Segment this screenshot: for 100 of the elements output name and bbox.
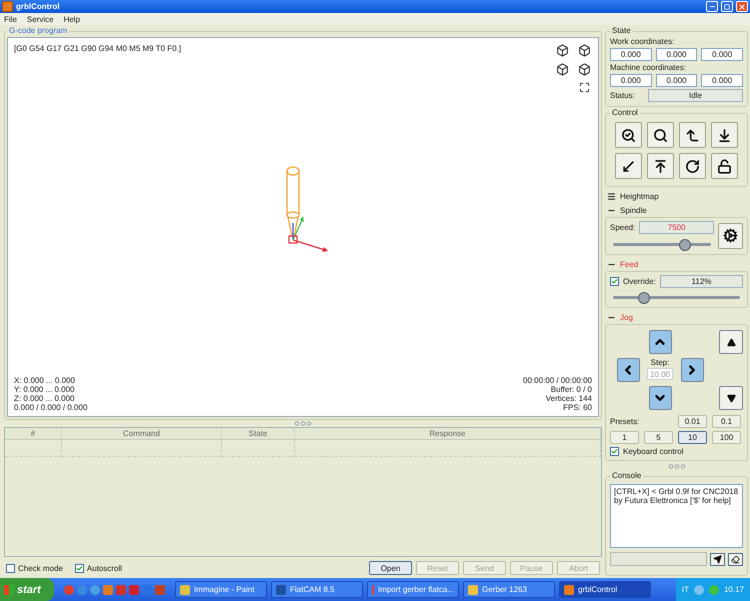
language-indicator[interactable]: IT	[682, 585, 689, 594]
coordinate-field: 0.000	[701, 48, 744, 61]
checkbox-label: Keyboard control	[623, 447, 684, 456]
stats-text: FPS: 60	[563, 403, 592, 412]
magnifier-icon	[621, 128, 636, 142]
field-label: Work coordinates:	[610, 37, 676, 46]
checkbox[interactable]	[610, 447, 619, 456]
taskbar-item[interactable]: Import gerber flatca...	[367, 581, 459, 598]
section-title[interactable]: Feed	[620, 260, 638, 269]
stats-text: 00:00:00 / 00:00:00	[523, 376, 592, 385]
clear-button[interactable]	[728, 552, 743, 566]
step-field[interactable]: 10.00	[647, 368, 673, 380]
start-button[interactable]: start	[0, 578, 54, 601]
control-button[interactable]	[711, 122, 738, 148]
section-title[interactable]: Spindle	[620, 206, 647, 215]
jog-left-button[interactable]	[616, 358, 640, 382]
arrow-icon	[685, 128, 700, 142]
minimize-button[interactable]	[706, 1, 718, 12]
coordinate-field: 0.000	[656, 74, 698, 87]
unlock-icon	[717, 158, 732, 174]
coordinate-field: 0.000	[610, 48, 652, 61]
group-title: G-code program	[7, 26, 70, 35]
gcode-state-text: [G0 G54 G17 G21 G90 G94 M0 M5 M9 T0 F0.]	[14, 44, 182, 55]
jog-up-button[interactable]	[648, 330, 672, 354]
preset-button[interactable]: 0.1	[712, 415, 741, 428]
preset-button[interactable]: 100	[712, 431, 741, 444]
close-icon	[738, 2, 746, 10]
control-button[interactable]	[679, 153, 706, 179]
menu-item[interactable]: Help	[64, 14, 80, 24]
control-button[interactable]	[679, 122, 706, 148]
axes-drawing	[288, 216, 328, 252]
column-header[interactable]: Command	[62, 428, 222, 440]
cube-icon[interactable]	[556, 44, 568, 57]
splitter-handle[interactable]	[668, 464, 686, 469]
send-button[interactable]	[710, 552, 725, 566]
preset-button[interactable]: 0.01	[678, 415, 707, 428]
coordinate-text: Y: 0.000 ... 0.000	[14, 385, 74, 394]
spindle-button[interactable]	[718, 222, 743, 248]
step-label: Step:	[650, 358, 670, 367]
checkbox[interactable]	[610, 277, 619, 286]
fullscreen-icon[interactable]	[578, 82, 590, 93]
column-header[interactable]: Response	[295, 428, 601, 440]
control-button[interactable]	[647, 122, 674, 148]
speed-field: 7500	[639, 221, 714, 234]
z-up-button[interactable]	[719, 330, 743, 354]
magnifier-icon	[653, 128, 668, 142]
gear-icon	[723, 228, 738, 243]
preset-button[interactable]: 1	[610, 431, 639, 444]
stats-text: Buffer: 0 / 0	[550, 385, 592, 394]
minimize-icon	[708, 3, 716, 10]
reset-icon	[685, 158, 700, 174]
column-header[interactable]: #	[5, 428, 62, 440]
coordinate-text: X: 0.000 ... 0.000	[14, 376, 75, 385]
taskbar-item[interactable]: Immagine - Paint	[175, 581, 267, 598]
taskbar-item[interactable]: FlatCAM 8.5	[271, 581, 363, 598]
window-title: grblControl	[16, 2, 61, 11]
menu-item[interactable]: Service	[26, 14, 54, 24]
triangle-down-icon	[726, 394, 736, 402]
section-title[interactable]: Heightmap	[620, 192, 659, 201]
status-field: Idle	[648, 89, 743, 102]
control-button[interactable]	[647, 153, 674, 179]
taskbar-item[interactable]: grblControl	[559, 581, 651, 598]
presets-label: Presets:	[610, 417, 640, 426]
console-line: [CTRL+X] < Grbl 0.9f for CNC2018	[614, 487, 739, 496]
table-cell	[5, 440, 62, 457]
menu-icon[interactable]	[607, 192, 616, 201]
console-line: by Futura Elettronica ['$' for help]	[614, 496, 732, 505]
cube-icon[interactable]	[578, 44, 590, 57]
field-label: Speed:	[610, 223, 636, 232]
eraser-icon	[731, 554, 740, 564]
group-title: State	[610, 26, 633, 35]
push-button[interactable]: Open	[369, 561, 412, 575]
slider-thumb[interactable]	[678, 239, 691, 251]
checkbox[interactable]	[74, 564, 84, 572]
preset-button[interactable]: 5	[644, 431, 673, 444]
control-button[interactable]	[615, 153, 642, 179]
jog-down-button[interactable]	[648, 386, 672, 410]
control-button[interactable]	[711, 153, 738, 179]
checkbox-label: Check mode	[18, 564, 63, 572]
checkbox[interactable]	[6, 564, 15, 572]
maximize-icon	[724, 4, 730, 10]
menu-item[interactable]: File	[4, 14, 17, 24]
arrow-icon	[717, 128, 732, 142]
z-down-button[interactable]	[719, 386, 743, 410]
section-title[interactable]: Jog	[620, 313, 633, 322]
cube-icon[interactable]	[578, 63, 590, 76]
column-header[interactable]: State	[222, 428, 295, 440]
splitter-handle[interactable]	[294, 421, 312, 426]
cube-icon[interactable]	[556, 63, 568, 76]
close-button[interactable]	[736, 1, 748, 12]
coordinate-field: 0.000	[656, 48, 698, 61]
preset-button[interactable]: 10	[678, 431, 707, 444]
control-button[interactable]	[615, 122, 642, 148]
jog-right-button[interactable]	[680, 358, 704, 382]
slider-thumb[interactable]	[638, 292, 650, 304]
command-field[interactable]	[610, 552, 707, 566]
tool-drawing	[286, 166, 300, 237]
taskbar-item[interactable]: Gerber 1263	[463, 581, 555, 598]
maximize-button[interactable]	[721, 1, 733, 12]
field-label: Status:	[610, 91, 636, 100]
